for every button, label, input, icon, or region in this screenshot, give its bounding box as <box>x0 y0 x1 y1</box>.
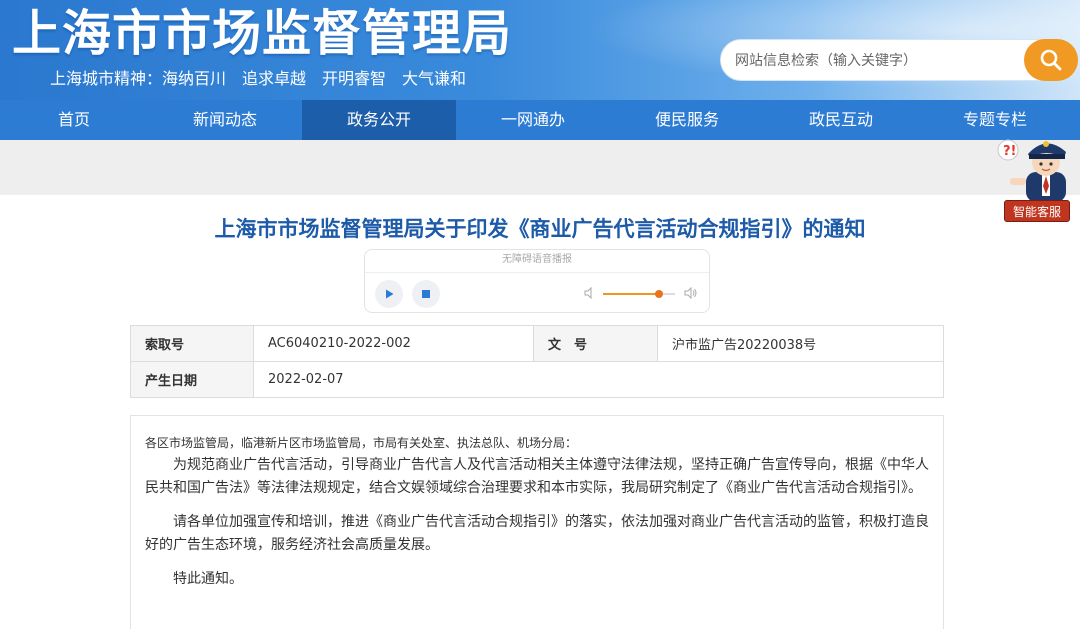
main-nav: 首页 新闻动态 政务公开 一网通办 便民服务 政民互动 专题专栏 <box>0 100 1080 140</box>
nav-item-home[interactable]: 首页 <box>0 100 148 140</box>
site-header: 上海市市场监督管理局 上海城市精神：海纳百川 追求卓越 开明睿智 大气谦和 <box>0 0 1080 100</box>
article-paragraph: 为规范商业广告代言活动，引导商业广告代言人及代言活动相关主体遵守法律法规，坚持正… <box>145 457 929 496</box>
site-slogan: 上海城市精神：海纳百川 追求卓越 开明睿智 大气谦和 <box>50 69 467 88</box>
breadcrumb-band <box>0 140 1080 195</box>
volume-slider-fill <box>603 293 660 295</box>
search-input[interactable] <box>735 50 1015 72</box>
customer-service-avatar-icon: ?! <box>997 139 1066 202</box>
stop-icon <box>422 290 430 298</box>
accessible-audio-player: 无障碍语音播报 <box>364 249 710 313</box>
svg-text:?!: ?! <box>1003 144 1016 159</box>
volume-low-icon[interactable] <box>583 286 597 300</box>
document-number-value: 沪市监广告20220038号 <box>657 325 944 362</box>
play-icon <box>386 289 394 299</box>
volume-slider-handle[interactable] <box>655 290 664 298</box>
site-title[interactable]: 上海市市场监督管理局 <box>12 4 512 64</box>
play-button[interactable] <box>375 280 403 308</box>
search-button[interactable] <box>1024 39 1078 81</box>
nav-item-one-stop-service[interactable]: 一网通办 <box>456 100 610 140</box>
index-number-label: 索取号 <box>130 325 254 362</box>
volume-high-icon[interactable] <box>683 286 699 300</box>
article-body: 各区市场监管局，临港新片区市场监管局，市局有关处室、执法总队、机场分局： 为规范… <box>130 415 944 629</box>
index-number-value: AC6040210-2022-002 <box>253 325 534 362</box>
document-metadata-table: 索取号 AC6040210-2022-002 文 号 沪市监广告20220038… <box>130 325 944 398</box>
audio-player-caption: 无障碍语音播报 <box>502 254 572 265</box>
article-addressee: 各区市场监管局，临港新片区市场监管局，市局有关处室、执法总队、机场分局： <box>145 436 578 450</box>
article-closing: 特此通知。 <box>173 571 243 587</box>
table-row: 索取号 AC6040210-2022-002 文 号 沪市监广告20220038… <box>130 325 944 362</box>
table-row: 产生日期 2022-02-07 <box>130 361 944 398</box>
article-paragraph: 请各单位加强宣传和培训，推进《商业广告代言活动合规指引》的落实，依法加强对商业广… <box>145 514 929 553</box>
nav-item-public-services[interactable]: 便民服务 <box>610 100 764 140</box>
nav-item-government-affairs[interactable]: 政务公开 <box>302 100 456 140</box>
volume-slider[interactable] <box>603 290 675 298</box>
search-icon <box>1040 49 1062 71</box>
document-number-label: 文 号 <box>533 325 658 362</box>
search-box <box>720 39 1078 81</box>
issue-date-label: 产生日期 <box>130 361 254 398</box>
smart-service-widget[interactable]: ?! 智能客服 <box>990 128 1080 226</box>
stop-button[interactable] <box>412 280 440 308</box>
nav-item-news[interactable]: 新闻动态 <box>148 100 302 140</box>
nav-item-interaction[interactable]: 政民互动 <box>764 100 918 140</box>
article-title: 上海市市场监督管理局关于印发《商业广告代言活动合规指引》的通知 <box>214 217 866 241</box>
issue-date-value: 2022-02-07 <box>253 361 944 398</box>
audio-divider <box>365 272 709 273</box>
